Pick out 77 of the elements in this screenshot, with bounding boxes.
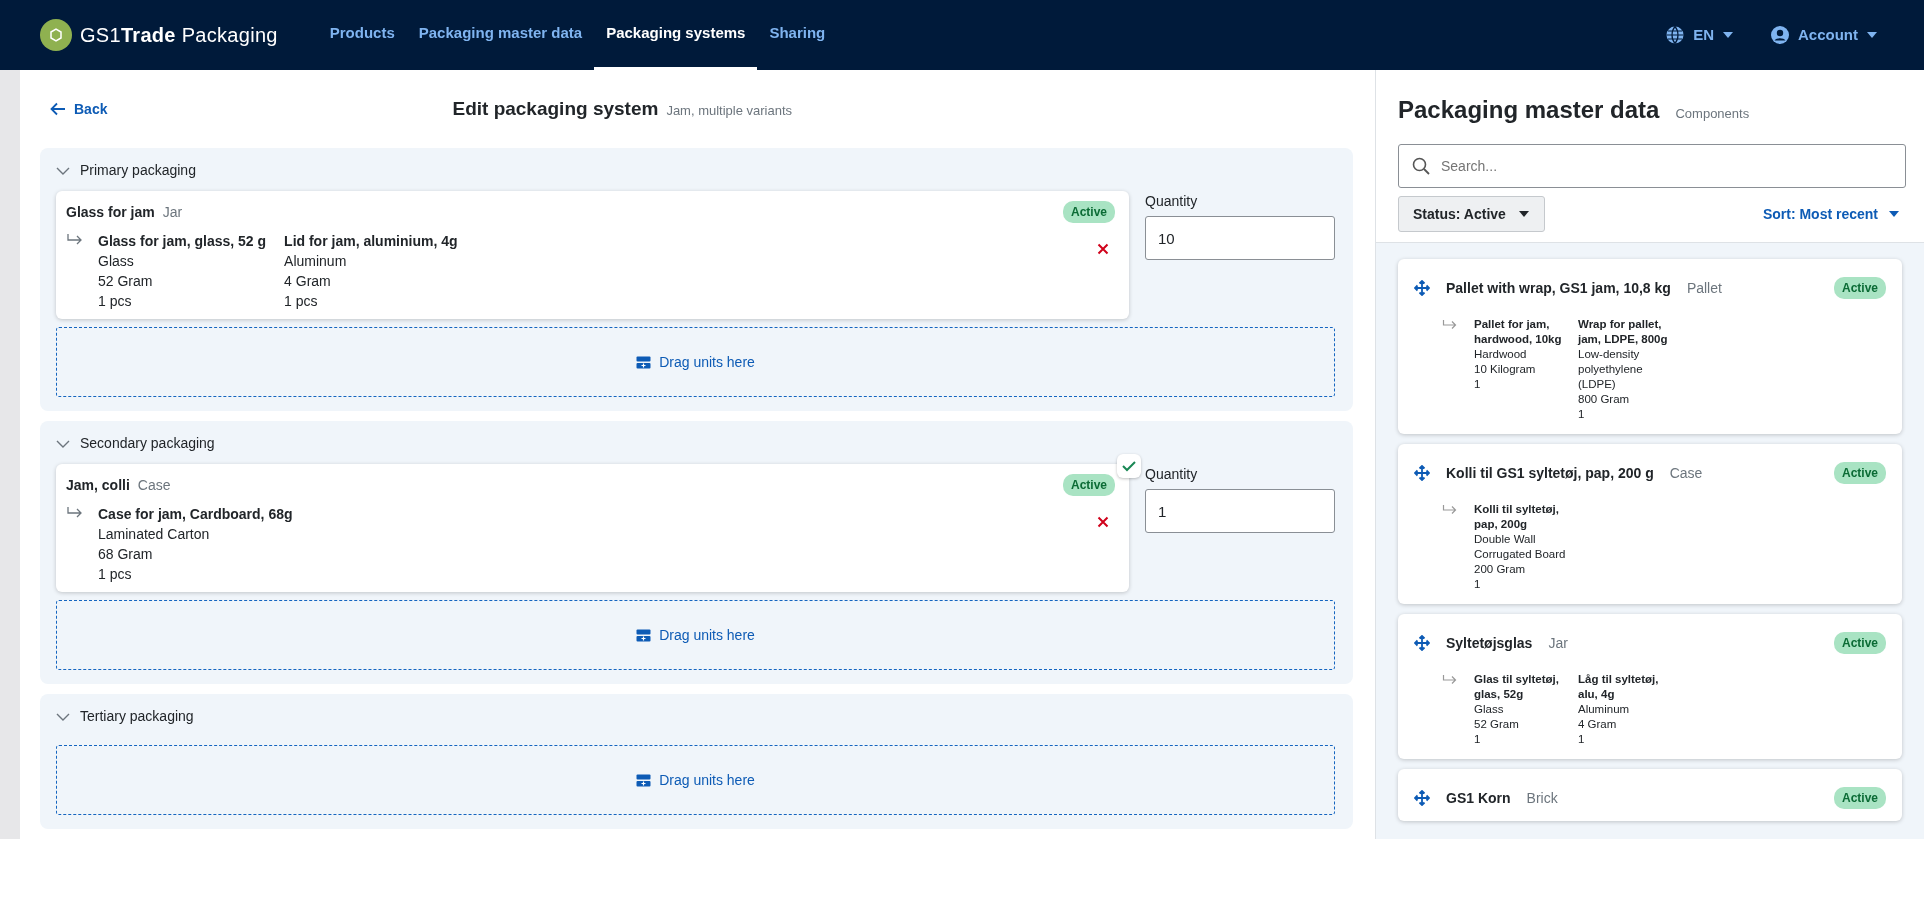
status-badge: Active	[1833, 787, 1886, 809]
component-details: Glass for jam, glass, 52 g Glass 52 Gram 1 pcs	[98, 232, 267, 311]
sort-button[interactable]: Sort: Most recent	[1756, 202, 1906, 226]
drop-zone[interactable]: Drag units here	[56, 327, 1335, 397]
account-button[interactable]: Account	[1764, 22, 1884, 48]
item-name: Syltetøjsglas	[1446, 633, 1533, 653]
nav-link[interactable]: Packaging master data	[406, 0, 595, 70]
item-type: Brick	[1526, 788, 1558, 808]
caret-icon	[1888, 210, 1900, 218]
component-details: Lid for jam, aluminium, 4g Aluminum 4 Gram 1 pcs	[284, 232, 458, 311]
move-icon[interactable]	[1414, 635, 1430, 651]
nav-link[interactable]: Products	[317, 0, 407, 70]
drop-zone[interactable]: Drag units here	[56, 745, 1335, 815]
component-details: Glas til syltetøj, glas, 52g Glass 52 Gram 1	[1474, 672, 1560, 747]
panel-title: Packaging master data	[1398, 95, 1660, 125]
unit-type: Jar	[162, 202, 183, 222]
status-badge: Active	[1062, 201, 1115, 223]
status-badge: Active	[1833, 462, 1886, 484]
item-name: GS1 Korn	[1446, 788, 1511, 808]
remove-icon[interactable]	[1097, 243, 1109, 255]
nav-link[interactable]: Sharing	[757, 0, 838, 70]
chevron-down-icon	[56, 712, 70, 721]
status-filter-button[interactable]: Status: Active	[1398, 196, 1545, 232]
caret-icon	[1866, 31, 1878, 39]
component-details: Wrap for pallet, jam, LDPE, 800g Low-density polyethylene (LDPE) 800 Gram 1	[1578, 317, 1669, 422]
quantity-input[interactable]: 10	[1145, 216, 1335, 260]
item-type: Case	[1669, 463, 1703, 483]
item-name: Kolli til GS1 syltetøj, pap, 200 g	[1446, 463, 1654, 483]
component-details: Pallet for jam, hardwood, 10kg Hardwood 10 Kilogram 1	[1474, 317, 1563, 392]
quantity-label: Quantity	[1145, 192, 1199, 211]
remove-icon[interactable]	[1097, 516, 1109, 528]
return-arrow-icon	[1442, 674, 1458, 686]
item-type: Jar	[1548, 633, 1568, 653]
logo-icon	[40, 19, 72, 51]
user-icon	[1770, 25, 1790, 45]
unit-type: Case	[137, 475, 171, 495]
quantity-input[interactable]: 1	[1145, 489, 1335, 533]
panel-subtitle: Components	[1675, 105, 1750, 123]
page-subtitle: Jam, multiple variants	[666, 101, 793, 120]
stacked-box-icon	[636, 355, 652, 369]
component-details: Case for jam, Cardboard, 68g Laminated Carton 68 Gram 1 pcs	[98, 505, 293, 584]
item-name: Pallet with wrap, GS1 jam, 10,8 kg	[1446, 278, 1671, 298]
status-badge: Active	[1833, 632, 1886, 654]
section-toggle[interactable]: Tertiary packaging	[56, 706, 194, 737]
status-badge: Active	[1833, 277, 1886, 299]
search-field[interactable]: Search...	[1398, 144, 1906, 188]
status-badge: Active	[1062, 474, 1115, 496]
caret-icon	[1722, 31, 1734, 39]
return-arrow-icon	[66, 506, 84, 520]
component-details: Kolli til syltetøj, pap, 200g Double Wall Corrugated Board 200 Gram 1	[1474, 502, 1567, 592]
app-logo-text: GS1Trade Packaging	[80, 23, 278, 48]
chevron-down-icon	[56, 166, 70, 175]
search-icon	[1412, 157, 1430, 175]
back-link[interactable]: Back	[50, 98, 108, 120]
item-type: Pallet	[1686, 278, 1722, 298]
stacked-box-icon	[636, 628, 652, 642]
language-button[interactable]: EN	[1659, 22, 1740, 48]
section-toggle[interactable]: Primary packaging	[56, 160, 196, 191]
stacked-box-icon	[636, 773, 652, 787]
return-arrow-icon	[1442, 319, 1458, 331]
move-icon[interactable]	[1414, 790, 1430, 806]
section-toggle[interactable]: Secondary packaging	[56, 433, 215, 464]
quantity-label: Quantity	[1145, 465, 1199, 484]
page-title: Edit packaging system	[452, 96, 659, 121]
move-icon[interactable]	[1414, 280, 1430, 296]
globe-icon	[1665, 25, 1686, 45]
unit-name: Jam, colli	[66, 475, 130, 495]
chevron-down-icon	[56, 439, 70, 448]
drop-zone[interactable]: Drag units here	[56, 600, 1335, 670]
arrow-left-icon	[50, 102, 66, 116]
caret-icon	[1517, 210, 1530, 218]
nav-link[interactable]: Packaging systems	[594, 0, 758, 70]
unit-name: Glass for jam	[66, 202, 155, 222]
move-icon[interactable]	[1414, 465, 1430, 481]
return-arrow-icon	[66, 233, 84, 247]
component-details: Låg til syltetøj, alu, 4g Aluminum 4 Gram 1	[1578, 672, 1660, 747]
return-arrow-icon	[1442, 504, 1458, 516]
